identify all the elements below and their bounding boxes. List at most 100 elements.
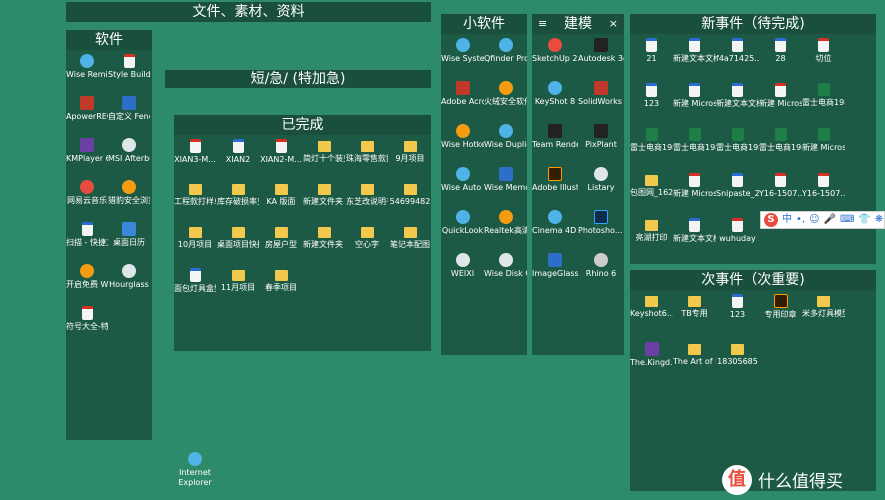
fence-close-icon[interactable]: × [609, 17, 618, 30]
done-item[interactable]: XIAN2 [217, 139, 259, 165]
done-item[interactable]: 库存破损率变更 [217, 182, 259, 207]
fence-secondary-title[interactable]: 次事件（次重要) [630, 270, 876, 290]
modeling-item[interactable]: Photosho... - 快捷方式 [578, 210, 624, 236]
new-event-item[interactable]: 28 [759, 38, 802, 64]
modeling-item[interactable]: PixPlant [578, 124, 624, 150]
secondary-item[interactable]: The.Kingd... [630, 342, 673, 368]
done-item[interactable]: 珠海零售款打样单 [346, 139, 388, 164]
modeling-item[interactable]: Listary [578, 167, 624, 193]
done-item[interactable]: XIAN2-M... [260, 139, 302, 165]
ime-emoji-icon[interactable]: ☺ [809, 213, 819, 227]
modeling-item[interactable]: SolidWorks 2014 x64 ... [578, 81, 624, 107]
new-event-item[interactable]: 新建文本文档 (4) [673, 218, 716, 244]
new-event-item[interactable]: 21 [630, 38, 673, 64]
secondary-item[interactable]: 米多灯具模型 [802, 294, 845, 319]
done-item[interactable]: 11月项目 [217, 268, 259, 293]
new-event-item[interactable]: 包图网_162389大... [630, 173, 673, 198]
software-item[interactable]: 网易云音乐 [66, 180, 108, 206]
ime-logo-icon[interactable]: S [764, 213, 778, 227]
new-event-item[interactable]: 新建文本文档 (3) [716, 83, 759, 109]
done-item[interactable]: 简灯十个装变更 [303, 139, 345, 164]
new-event-item[interactable]: 123 [630, 83, 673, 109]
new-event-item[interactable]: 雷士电商19年11月技... [802, 83, 845, 108]
done-item[interactable]: 空心字 [346, 225, 388, 250]
new-event-item[interactable]: Y16-1507... [802, 173, 845, 199]
small-item[interactable]: Adobe Acrobat DC [441, 81, 484, 107]
small-item[interactable]: Wise Memor... [484, 167, 527, 193]
new-event-item[interactable]: wuhuday [716, 218, 759, 244]
fence-done-title[interactable]: 已完成 [174, 115, 431, 135]
new-event-item[interactable]: 雷士电商19年11月技... [673, 128, 716, 153]
software-item[interactable]: 桌面日历 [108, 222, 150, 248]
fence-small-title[interactable]: 小软件 [441, 14, 527, 34]
ime-mode[interactable]: 中 [782, 213, 792, 227]
new-event-item[interactable]: Y16-1507... [759, 173, 802, 199]
done-item[interactable]: XIAN3-M... [174, 139, 216, 165]
modeling-item[interactable]: ImageGlass [532, 253, 578, 279]
small-item[interactable]: Wise Duplica... [484, 124, 527, 150]
fence-files-title[interactable]: 文件、素材、资料 [66, 2, 431, 22]
modeling-item[interactable]: Cinema 4D R20 [532, 210, 578, 236]
ime-punct-icon[interactable]: •, [796, 213, 805, 227]
fence-software-title[interactable]: 软件 [66, 30, 152, 50]
new-event-item[interactable]: 切位 [802, 38, 845, 64]
ime-skin-icon[interactable]: 👕 [858, 213, 870, 227]
fence-new-events-title[interactable]: 新事件（待完成) [630, 14, 876, 34]
new-event-item[interactable]: 新建文本文档 (2) [673, 38, 716, 64]
done-item[interactable]: 工程款打样单 [174, 182, 216, 207]
small-item[interactable]: 火绒安全软件 [484, 81, 527, 107]
small-item[interactable]: Wise Auto Shutdown [441, 167, 484, 193]
small-item[interactable]: Wise Syste... [441, 38, 484, 64]
modeling-item[interactable]: KeyShot 8 [532, 81, 578, 107]
small-item[interactable]: Qfinder Pro [484, 38, 527, 64]
done-item[interactable]: 新建文件夹 (12) [303, 225, 345, 250]
small-item[interactable]: WEIXI [441, 253, 484, 279]
software-item[interactable]: Hourglass [108, 264, 150, 290]
ime-settings-icon[interactable]: ❋ [875, 213, 883, 227]
done-item[interactable]: 10月项目 [174, 225, 216, 250]
software-item[interactable]: Wise Reminder [66, 54, 108, 80]
done-item[interactable]: 9月项目 [389, 139, 431, 164]
software-item[interactable]: 自定义 Fences [108, 96, 150, 122]
new-event-item[interactable]: 新建 Microsoft... [673, 173, 716, 199]
desktop-icon-ie[interactable]: Internet Explorer [172, 452, 218, 488]
modeling-item[interactable]: Rhino 6 [578, 253, 624, 279]
done-item[interactable]: 东芝改说明书 [346, 182, 388, 207]
secondary-item[interactable]: 专用印章 [759, 294, 802, 320]
secondary-item[interactable]: 18305685 [716, 342, 759, 367]
small-item[interactable]: Realtek高清晰音频管... [484, 210, 527, 236]
software-item[interactable]: ApowerREC [66, 96, 108, 122]
new-event-item[interactable]: Snipaste_2... [716, 173, 759, 199]
done-item[interactable]: 桌面项目快捷方式 [217, 225, 259, 250]
secondary-item[interactable]: 123 [716, 294, 759, 320]
software-item[interactable]: 开启免费 WiFi [66, 264, 108, 290]
software-item[interactable]: 扫描 - 快捷方式 [66, 222, 108, 248]
done-item[interactable]: 新建文件夹 (4) [303, 182, 345, 207]
new-event-item[interactable]: 新建 Microsoft... [802, 128, 845, 153]
ime-voice-icon[interactable]: 🎤 [824, 213, 836, 227]
modeling-item[interactable]: Team Render S... [532, 124, 578, 150]
secondary-item[interactable]: TB专用 [673, 294, 716, 319]
fence-menu-icon[interactable]: ≡ [538, 17, 547, 30]
ime-keyboard-icon[interactable]: ⌨ [840, 213, 854, 227]
small-item[interactable]: QuickLook [441, 210, 484, 236]
secondary-item[interactable]: Keyshot6... [630, 294, 673, 319]
software-item[interactable]: KMPlayer 64X [66, 138, 108, 164]
software-item[interactable]: Style Build... [108, 54, 150, 80]
new-event-item[interactable]: 新建 Microsoft... [759, 83, 802, 109]
software-item[interactable]: 符号大全-特殊符号-特... [66, 306, 108, 332]
small-item[interactable]: Wise Disk Cleaner [484, 253, 527, 279]
done-item[interactable]: 面包灯具盒型适配专用 [174, 268, 216, 294]
secondary-item[interactable]: The Art of Dishonor... [673, 342, 716, 367]
new-event-item[interactable]: f4a71425... [716, 38, 759, 64]
fence-urgent-title[interactable]: 短/急/ (特加急) [165, 70, 431, 88]
software-item[interactable]: 猎豹安全浏览器 [108, 180, 150, 206]
software-item[interactable]: MSI Afterburner [108, 138, 150, 164]
new-event-item[interactable]: 雷士电商19年11月技... [630, 128, 673, 153]
done-item[interactable]: 春季项目 [260, 268, 302, 293]
modeling-item[interactable]: Adobe Illustrat... [532, 167, 578, 193]
new-event-item[interactable]: 亮湖打印 [630, 218, 673, 243]
small-item[interactable]: Wise Hotkey [441, 124, 484, 150]
done-item[interactable]: KA 版面 [260, 182, 302, 207]
new-event-item[interactable]: 雷士电商19年11月技... [716, 128, 759, 153]
